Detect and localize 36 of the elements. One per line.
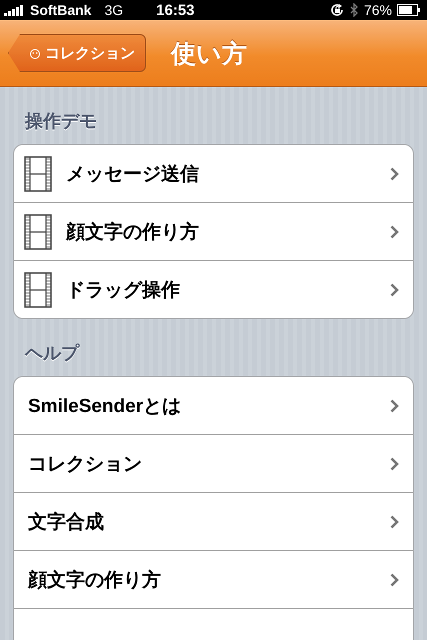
chevron-icon	[390, 398, 399, 412]
network-type: 3G	[104, 2, 124, 18]
rotation-lock-icon	[330, 3, 345, 17]
clock: 16:53	[156, 2, 195, 18]
section-header: 操作デモ	[24, 110, 98, 133]
list-row[interactable]: ドラッグ操作	[14, 260, 413, 318]
list-row[interactable]: 顔文字の作り方	[14, 202, 413, 260]
battery-percent: 76%	[364, 2, 392, 18]
list-row[interactable]: メッセージ送信	[14, 145, 413, 202]
row-label: 顔文字の作り方	[66, 220, 200, 244]
section-header: ヘルプ	[24, 342, 81, 365]
signal-icon	[4, 4, 24, 16]
row-label: SmileSenderとは	[27, 394, 182, 418]
chevron-icon	[390, 514, 399, 528]
list-row[interactable]: 顔文字の作り方	[14, 550, 413, 608]
film-icon	[24, 156, 52, 192]
film-icon	[24, 214, 52, 250]
battery-icon	[397, 4, 421, 16]
list-row[interactable]: SmileSenderとは	[14, 377, 413, 434]
row-label: 文字合成	[27, 510, 105, 534]
bluetooth-icon	[350, 3, 359, 17]
row-label: ドラッグ操作	[66, 278, 181, 302]
chevron-icon	[390, 282, 399, 296]
chevron-icon	[390, 456, 399, 470]
row-label: メッセージ送信	[66, 162, 200, 186]
film-icon	[24, 272, 52, 308]
chevron-icon	[390, 224, 399, 238]
screen-title: 使い方	[171, 38, 247, 70]
row-label: 顔文字の作り方	[26, 568, 162, 592]
chevron-icon	[390, 166, 399, 180]
carrier-name: SoftBank	[30, 2, 92, 18]
chevron-icon	[390, 572, 399, 586]
list-row[interactable]: コレクション	[14, 434, 413, 492]
face-icon	[29, 48, 41, 58]
list-row[interactable]: 文字合成	[14, 492, 413, 550]
row-label: コレクション	[27, 452, 143, 476]
